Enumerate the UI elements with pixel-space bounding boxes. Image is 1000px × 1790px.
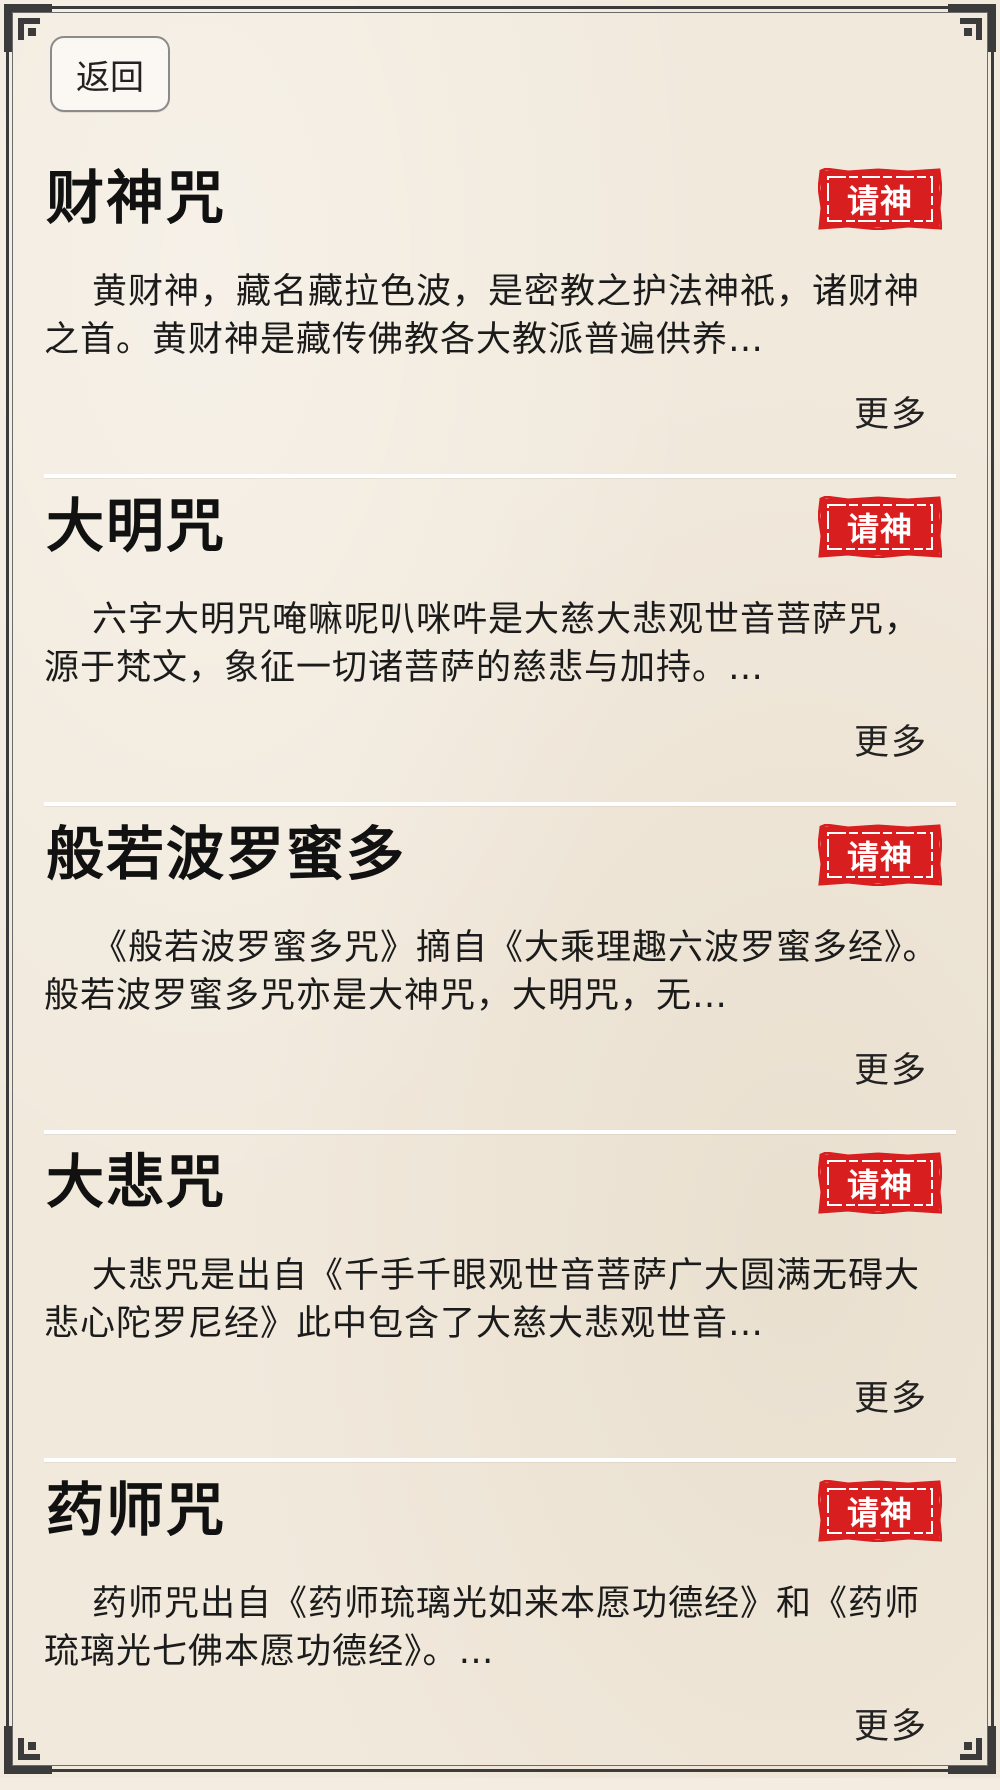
item-title: 财神咒 xyxy=(46,164,227,232)
corner-ornament-icon xyxy=(0,0,56,56)
invite-deity-label: 请神 xyxy=(846,1166,913,1204)
invite-deity-button[interactable]: 请神 xyxy=(818,1480,942,1542)
list-item: 药师咒 请神 药师咒出自《药师琉璃光如来本愿功德经》和《药师琉璃光七佛本愿功德经… xyxy=(44,1462,956,1790)
corner-ornament-icon xyxy=(944,0,1000,56)
item-description: 大悲咒是出自《千手千眼观世音菩萨广大圆满无碍大悲心陀罗尼经》此中包含了大慈大悲观… xyxy=(44,1256,921,1344)
more-link[interactable]: 更多 xyxy=(854,1370,928,1421)
item-description: 黄财神，藏名藏拉色波，是密教之护法神祇，诸财神之首。黄财神是藏传佛教各大教派普遍… xyxy=(44,272,921,360)
item-description: 六字大明咒唵嘛呢叭咪吽是大慈大悲观世音菩萨咒，源于梵文，象征一切诸菩萨的慈悲与加… xyxy=(44,600,921,688)
list-item: 般若波罗蜜多 请神 《般若波罗蜜多咒》摘自《大乘理趣六波罗蜜多经》。般若波罗蜜多… xyxy=(44,806,956,1134)
invite-deity-button[interactable]: 请神 xyxy=(818,1152,942,1214)
invite-deity-button[interactable]: 请神 xyxy=(818,168,942,230)
more-link[interactable]: 更多 xyxy=(854,386,928,437)
item-description: 药师咒出自《药师琉璃光如来本愿功德经》和《药师琉璃光七佛本愿功德经》。… xyxy=(44,1584,921,1672)
invite-deity-label: 请神 xyxy=(846,182,913,220)
invite-deity-button[interactable]: 请神 xyxy=(818,824,942,886)
mantra-list: 财神咒 请神 黄财神，藏名藏拉色波，是密教之护法神祇，诸财神之首。黄财神是藏传佛… xyxy=(44,150,956,1790)
invite-deity-button[interactable]: 请神 xyxy=(818,496,942,558)
item-title: 般若波罗蜜多 xyxy=(46,820,407,888)
list-item: 大明咒 请神 六字大明咒唵嘛呢叭咪吽是大慈大悲观世音菩萨咒，源于梵文，象征一切诸… xyxy=(44,478,956,806)
list-item: 财神咒 请神 黄财神，藏名藏拉色波，是密教之护法神祇，诸财神之首。黄财神是藏传佛… xyxy=(44,150,956,478)
more-link[interactable]: 更多 xyxy=(854,1698,928,1749)
invite-deity-label: 请神 xyxy=(846,510,913,548)
more-link[interactable]: 更多 xyxy=(854,714,928,765)
item-description: 《般若波罗蜜多咒》摘自《大乘理趣六波罗蜜多经》。般若波罗蜜多咒亦是大神咒，大明咒… xyxy=(44,928,939,1016)
back-button[interactable]: 返回 xyxy=(50,36,170,112)
invite-deity-label: 请神 xyxy=(846,1494,913,1532)
more-link[interactable]: 更多 xyxy=(854,1042,928,1093)
item-title: 大悲咒 xyxy=(46,1148,227,1216)
list-item: 大悲咒 请神 大悲咒是出自《千手千眼观世音菩萨广大圆满无碍大悲心陀罗尼经》此中包… xyxy=(44,1134,956,1462)
invite-deity-label: 请神 xyxy=(846,838,913,876)
item-title: 药师咒 xyxy=(46,1476,227,1544)
item-title: 大明咒 xyxy=(46,492,227,560)
